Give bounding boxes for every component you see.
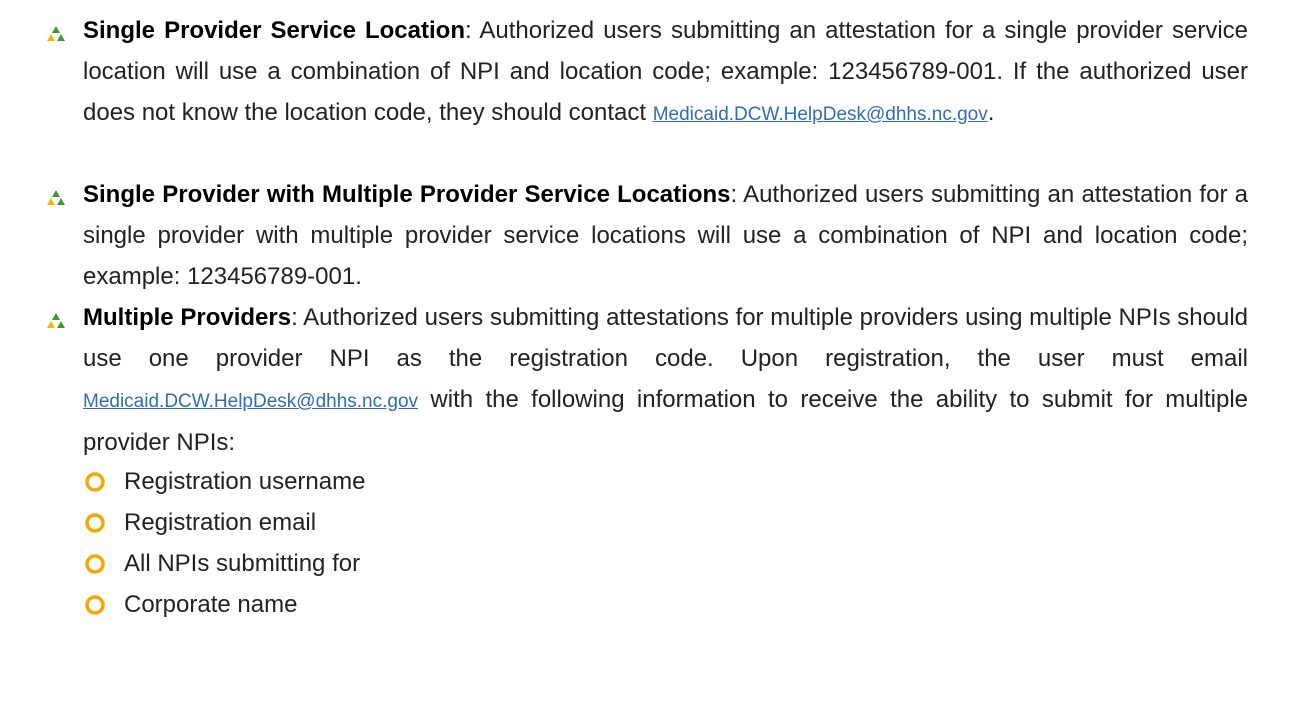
bullet-paragraph: Single Provider Service Location: Author…: [83, 10, 1248, 135]
tri-leaf-bullet-icon: [47, 190, 65, 205]
bullet-paragraph: Multiple Providers: Authorized users sub…: [83, 297, 1248, 463]
helpdesk-email-link[interactable]: Medicaid.DCW.HelpDesk@dhhs.nc.gov: [83, 391, 418, 412]
bullet-paragraph: Single Provider with Multiple Provider S…: [83, 174, 1248, 297]
sub-list-item-label: All NPIs submitting for: [124, 550, 361, 577]
tri-leaf-bullet-icon: [47, 26, 65, 41]
tri-leaf-bullet-icon: [47, 313, 65, 328]
bullet-lead: Multiple Providers: [83, 304, 292, 331]
helpdesk-email-link[interactable]: Medicaid.DCW.HelpDesk@dhhs.nc.gov: [653, 104, 988, 125]
sub-list-item-label: Corporate name: [124, 591, 298, 618]
sub-list-item-label: Registration email: [124, 509, 317, 536]
bullet-text-end: .: [987, 99, 995, 126]
bullet-lead: Single Provider Service Location: [83, 17, 465, 44]
bullet-lead: Single Provider with Multiple Provider S…: [83, 181, 731, 208]
hollow-ring-bullet-icon: [85, 472, 105, 492]
hollow-ring-bullet-icon: [85, 513, 105, 533]
hollow-ring-bullet-icon: [85, 595, 105, 615]
sub-list-item-label: Registration username: [124, 468, 366, 495]
hollow-ring-bullet-icon: [85, 554, 105, 574]
